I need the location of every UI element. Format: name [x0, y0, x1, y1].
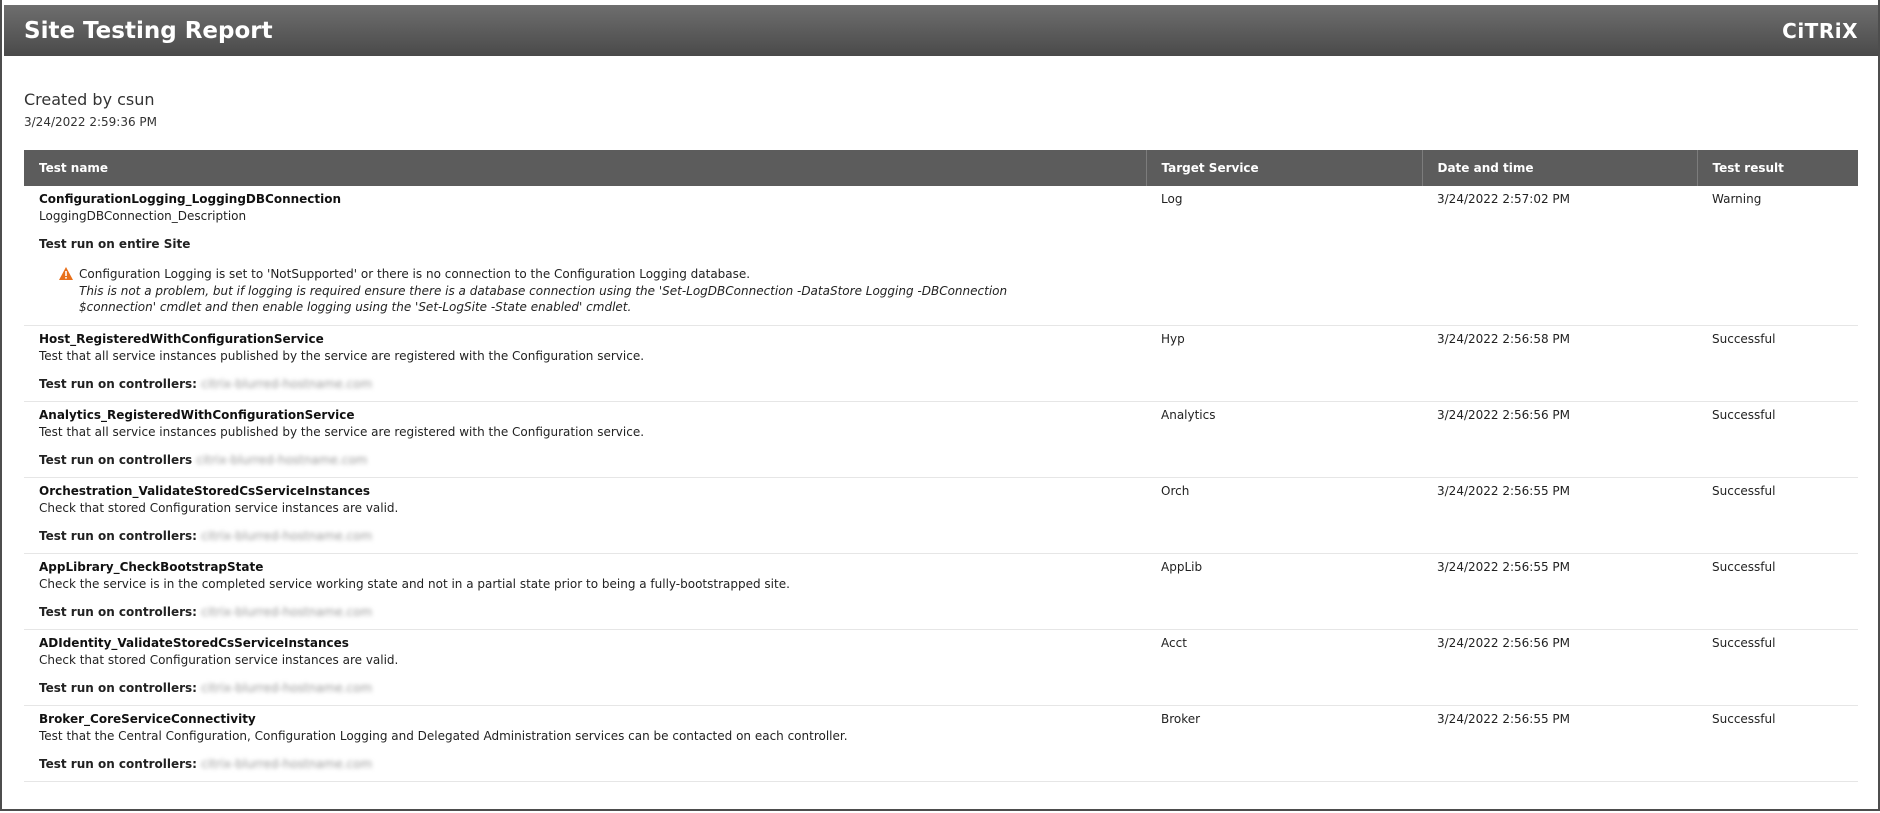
test-name-cell: Host_RegisteredWithConfigurationService T… — [24, 325, 1146, 402]
table-row: ADIdentity_ValidateStoredCsServiceInstan… — [24, 629, 1858, 706]
report-meta: Created by csun 3/24/2022 2:59:36 PM — [24, 90, 157, 129]
run-scope-label: Test run on controllers: — [39, 529, 197, 543]
date-time-cell: 3/24/2022 2:56:55 PM — [1422, 705, 1697, 782]
test-description: Check that stored Configuration service … — [39, 653, 399, 667]
column-header-test-result[interactable]: Test result — [1697, 150, 1858, 186]
test-name: Broker_CoreServiceConnectivity — [39, 712, 256, 726]
test-run-scope: Test run on controllers: citrix-blurred-… — [39, 605, 1131, 619]
warning-note: This is not a problem, but if logging is… — [79, 284, 1008, 314]
target-service-cell: Acct — [1146, 629, 1422, 706]
test-name-cell: Broker_CoreServiceConnectivity Test that … — [24, 705, 1146, 782]
table-row: Analytics_RegisteredWithConfigurationSer… — [24, 401, 1858, 478]
controller-hostname: citrix-blurred-hostname.com — [201, 377, 373, 391]
test-name-cell: ADIdentity_ValidateStoredCsServiceInstan… — [24, 629, 1146, 706]
target-service-cell: Log — [1146, 186, 1422, 326]
run-scope-label: Test run on controllers: — [39, 757, 197, 771]
controller-hostname: citrix-blurred-hostname.com — [201, 605, 373, 619]
target-service-cell: Broker — [1146, 705, 1422, 782]
controller-hostname: citrix-blurred-hostname.com — [201, 757, 373, 771]
test-run-scope: Test run on controllers: citrix-blurred-… — [39, 757, 1131, 771]
test-name-cell: ConfigurationLogging_LoggingDBConnection… — [24, 186, 1146, 326]
report-header: Site Testing Report CiTRiX — [4, 5, 1878, 56]
warning-icon — [59, 267, 73, 280]
test-results-table: Test name Target Service Date and time T… — [24, 150, 1858, 782]
test-run-scope: Test run on controllers citrix-blurred-h… — [39, 453, 1131, 467]
target-service-cell: Hyp — [1146, 325, 1422, 402]
controller-hostname: citrix-blurred-hostname.com — [201, 681, 373, 695]
table-row: Broker_CoreServiceConnectivity Test that … — [24, 705, 1858, 782]
date-time-cell: 3/24/2022 2:56:56 PM — [1422, 401, 1697, 478]
warning-block: Configuration Logging is set to 'NotSupp… — [39, 267, 1131, 315]
run-scope-label: Test run on entire Site — [39, 237, 191, 251]
test-description: Check that stored Configuration service … — [39, 501, 399, 515]
test-description: Test that all service instances publishe… — [39, 349, 645, 363]
test-description: LoggingDBConnection_Description — [39, 209, 247, 223]
warning-message: Configuration Logging is set to 'NotSupp… — [79, 267, 751, 281]
test-name: Orchestration_ValidateStoredCsServiceIns… — [39, 484, 370, 498]
run-scope-label: Test run on controllers — [39, 453, 193, 467]
test-description: Check the service is in the completed se… — [39, 577, 790, 591]
test-result-cell: Successful — [1697, 401, 1858, 478]
test-name-cell: AppLibrary_CheckBootstrapState Check the … — [24, 553, 1146, 630]
date-time-cell: 3/24/2022 2:57:02 PM — [1422, 186, 1697, 326]
test-name-cell: Orchestration_ValidateStoredCsServiceIns… — [24, 477, 1146, 554]
page-title: Site Testing Report — [24, 17, 273, 44]
controller-hostname: citrix-blurred-hostname.com — [196, 453, 368, 467]
test-description: Test that all service instances publishe… — [39, 425, 645, 439]
table-row: Host_RegisteredWithConfigurationService T… — [24, 325, 1858, 402]
test-result-cell: Successful — [1697, 553, 1858, 630]
test-name-cell: Analytics_RegisteredWithConfigurationSer… — [24, 401, 1146, 478]
test-description: Test that the Central Configuration, Con… — [39, 729, 848, 743]
test-run-scope: Test run on controllers: citrix-blurred-… — [39, 681, 1131, 695]
test-run-scope: Test run on entire Site — [39, 237, 1131, 251]
report-window: Site Testing Report CiTRiX Created by cs… — [0, 0, 1880, 811]
table-row: Orchestration_ValidateStoredCsServiceIns… — [24, 477, 1858, 554]
date-time-cell: 3/24/2022 2:56:56 PM — [1422, 629, 1697, 706]
test-name: AppLibrary_CheckBootstrapState — [39, 560, 264, 574]
column-header-date-time[interactable]: Date and time — [1422, 150, 1698, 186]
column-header-target-service[interactable]: Target Service — [1146, 150, 1423, 186]
created-by: Created by csun — [24, 90, 155, 109]
date-time-cell: 3/24/2022 2:56:55 PM — [1422, 477, 1697, 554]
test-name: ADIdentity_ValidateStoredCsServiceInstan… — [39, 636, 349, 650]
test-run-scope: Test run on controllers: citrix-blurred-… — [39, 529, 1131, 543]
table-body: ConfigurationLogging_LoggingDBConnection… — [24, 186, 1858, 782]
date-time-cell: 3/24/2022 2:56:58 PM — [1422, 325, 1697, 402]
test-result-cell: Successful — [1697, 705, 1858, 782]
test-name: Host_RegisteredWithConfigurationService — [39, 332, 324, 346]
test-result-cell: Warning — [1697, 186, 1858, 326]
run-scope-label: Test run on controllers: — [39, 377, 197, 391]
table-row: ConfigurationLogging_LoggingDBConnection… — [24, 186, 1858, 326]
target-service-cell: AppLib — [1146, 553, 1422, 630]
target-service-cell: Analytics — [1146, 401, 1422, 478]
run-scope-label: Test run on controllers: — [39, 681, 197, 695]
test-result-cell: Successful — [1697, 629, 1858, 706]
date-time-cell: 3/24/2022 2:56:55 PM — [1422, 553, 1697, 630]
created-timestamp: 3/24/2022 2:59:36 PM — [24, 115, 158, 129]
table-header-row: Test name Target Service Date and time T… — [24, 150, 1858, 186]
target-service-cell: Orch — [1146, 477, 1422, 554]
run-scope-label: Test run on controllers: — [39, 605, 197, 619]
column-header-test-name[interactable]: Test name — [24, 150, 1147, 186]
citrix-logo: CiTRiX — [1782, 18, 1858, 43]
test-name: ConfigurationLogging_LoggingDBConnection — [39, 192, 342, 206]
table-row: AppLibrary_CheckBootstrapState Check the … — [24, 553, 1858, 630]
controller-hostname: citrix-blurred-hostname.com — [201, 529, 373, 543]
test-run-scope: Test run on controllers: citrix-blurred-… — [39, 377, 1131, 391]
test-result-cell: Successful — [1697, 325, 1858, 402]
test-name: Analytics_RegisteredWithConfigurationSer… — [39, 408, 355, 422]
test-result-cell: Successful — [1697, 477, 1858, 554]
